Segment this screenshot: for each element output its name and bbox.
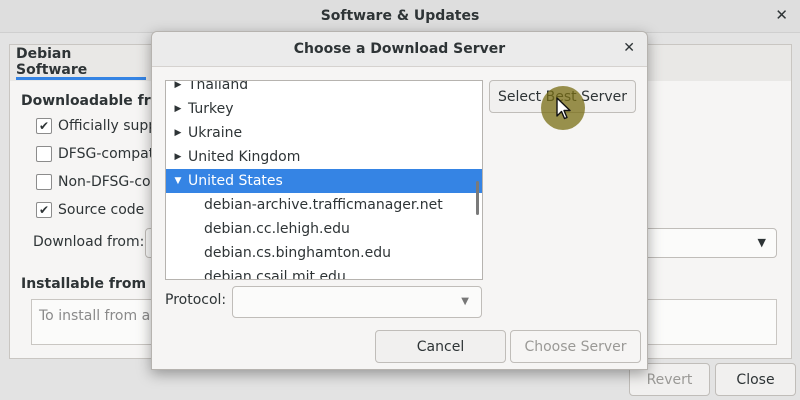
checkbox-checked-icon[interactable]: ✔: [36, 202, 52, 218]
country-label: United States: [188, 173, 283, 189]
tab-debian-software[interactable]: Debian Software: [16, 46, 146, 80]
choose-server-button[interactable]: Choose Server: [510, 330, 641, 363]
dialog-title: Choose a Download Server: [293, 41, 506, 57]
server-label: debian.cc.lehigh.edu: [204, 221, 350, 237]
server-label: debian.csail.mit.edu: [204, 269, 346, 280]
server-tree[interactable]: ▶ Thailand ▶ Turkey ▶ Ukraine ▶ United K…: [165, 80, 483, 280]
check-label: DFSG-compati: [58, 146, 159, 162]
cancel-button[interactable]: Cancel: [375, 330, 506, 363]
tree-row-country[interactable]: ▶ United Kingdom: [166, 145, 482, 169]
tree-row-server[interactable]: debian.cs.binghamton.edu: [166, 241, 482, 265]
checkbox-unchecked-icon[interactable]: [36, 146, 52, 162]
close-button[interactable]: Close: [715, 363, 796, 396]
window-title: Software & Updates: [320, 8, 480, 24]
tree-row-country[interactable]: ▶ Ukraine: [166, 121, 482, 145]
country-label: Ukraine: [188, 125, 243, 141]
check-label: Non-DFSG-cor: [58, 174, 157, 190]
dropdown-arrow-icon: ▼: [757, 236, 766, 249]
country-label: United Kingdom: [188, 149, 301, 165]
tree-row-server[interactable]: debian-archive.trafficmanager.net: [166, 193, 482, 217]
country-label: Turkey: [188, 101, 234, 117]
protocol-combo[interactable]: ▼: [232, 286, 482, 318]
tree-row-country[interactable]: ▶ Turkey: [166, 97, 482, 121]
choose-server-dialog: Choose a Download Server ✕ ▶ Thailand ▶ …: [151, 31, 648, 370]
checkbox-unchecked-icon[interactable]: [36, 174, 52, 190]
server-label: debian.cs.binghamton.edu: [204, 245, 391, 261]
dropdown-arrow-icon: ▼: [461, 296, 469, 307]
tree-scrollbar[interactable]: [476, 181, 479, 215]
window-close-icon[interactable]: ✕: [775, 6, 788, 24]
expander-collapsed-icon[interactable]: ▶: [168, 152, 188, 162]
check-source-code[interactable]: ✔ Source code: [36, 202, 144, 218]
check-label: Source code: [58, 202, 145, 218]
expander-collapsed-icon[interactable]: ▶: [168, 128, 188, 138]
cd-info-text: To install from a C: [39, 308, 165, 324]
window-titlebar: Software & Updates ✕: [0, 0, 800, 33]
check-officially-supported[interactable]: ✔ Officially suppo: [36, 118, 166, 134]
expander-collapsed-icon[interactable]: ▶: [168, 104, 188, 114]
check-dfsg-compatible[interactable]: DFSG-compati: [36, 146, 158, 162]
dialog-titlebar: Choose a Download Server ✕: [152, 32, 647, 67]
download-from-label: Download from:: [33, 234, 145, 250]
expander-collapsed-icon[interactable]: ▶: [168, 81, 188, 90]
check-label: Officially suppo: [58, 118, 166, 134]
checkbox-checked-icon[interactable]: ✔: [36, 118, 52, 134]
tree-row-server[interactable]: debian.cc.lehigh.edu: [166, 217, 482, 241]
protocol-label: Protocol:: [165, 292, 227, 308]
tree-row-country-selected[interactable]: ▼ United States: [166, 169, 482, 193]
mouse-pointer-icon: [556, 97, 571, 120]
country-label: Thailand: [188, 80, 249, 93]
expander-expanded-icon[interactable]: ▼: [168, 176, 188, 186]
dialog-close-icon[interactable]: ✕: [623, 40, 635, 56]
check-non-dfsg[interactable]: Non-DFSG-cor: [36, 174, 156, 190]
server-label: debian-archive.trafficmanager.net: [204, 197, 443, 213]
tree-row-server[interactable]: debian.csail.mit.edu: [166, 265, 482, 280]
tree-row-country[interactable]: ▶ Thailand: [166, 80, 482, 97]
